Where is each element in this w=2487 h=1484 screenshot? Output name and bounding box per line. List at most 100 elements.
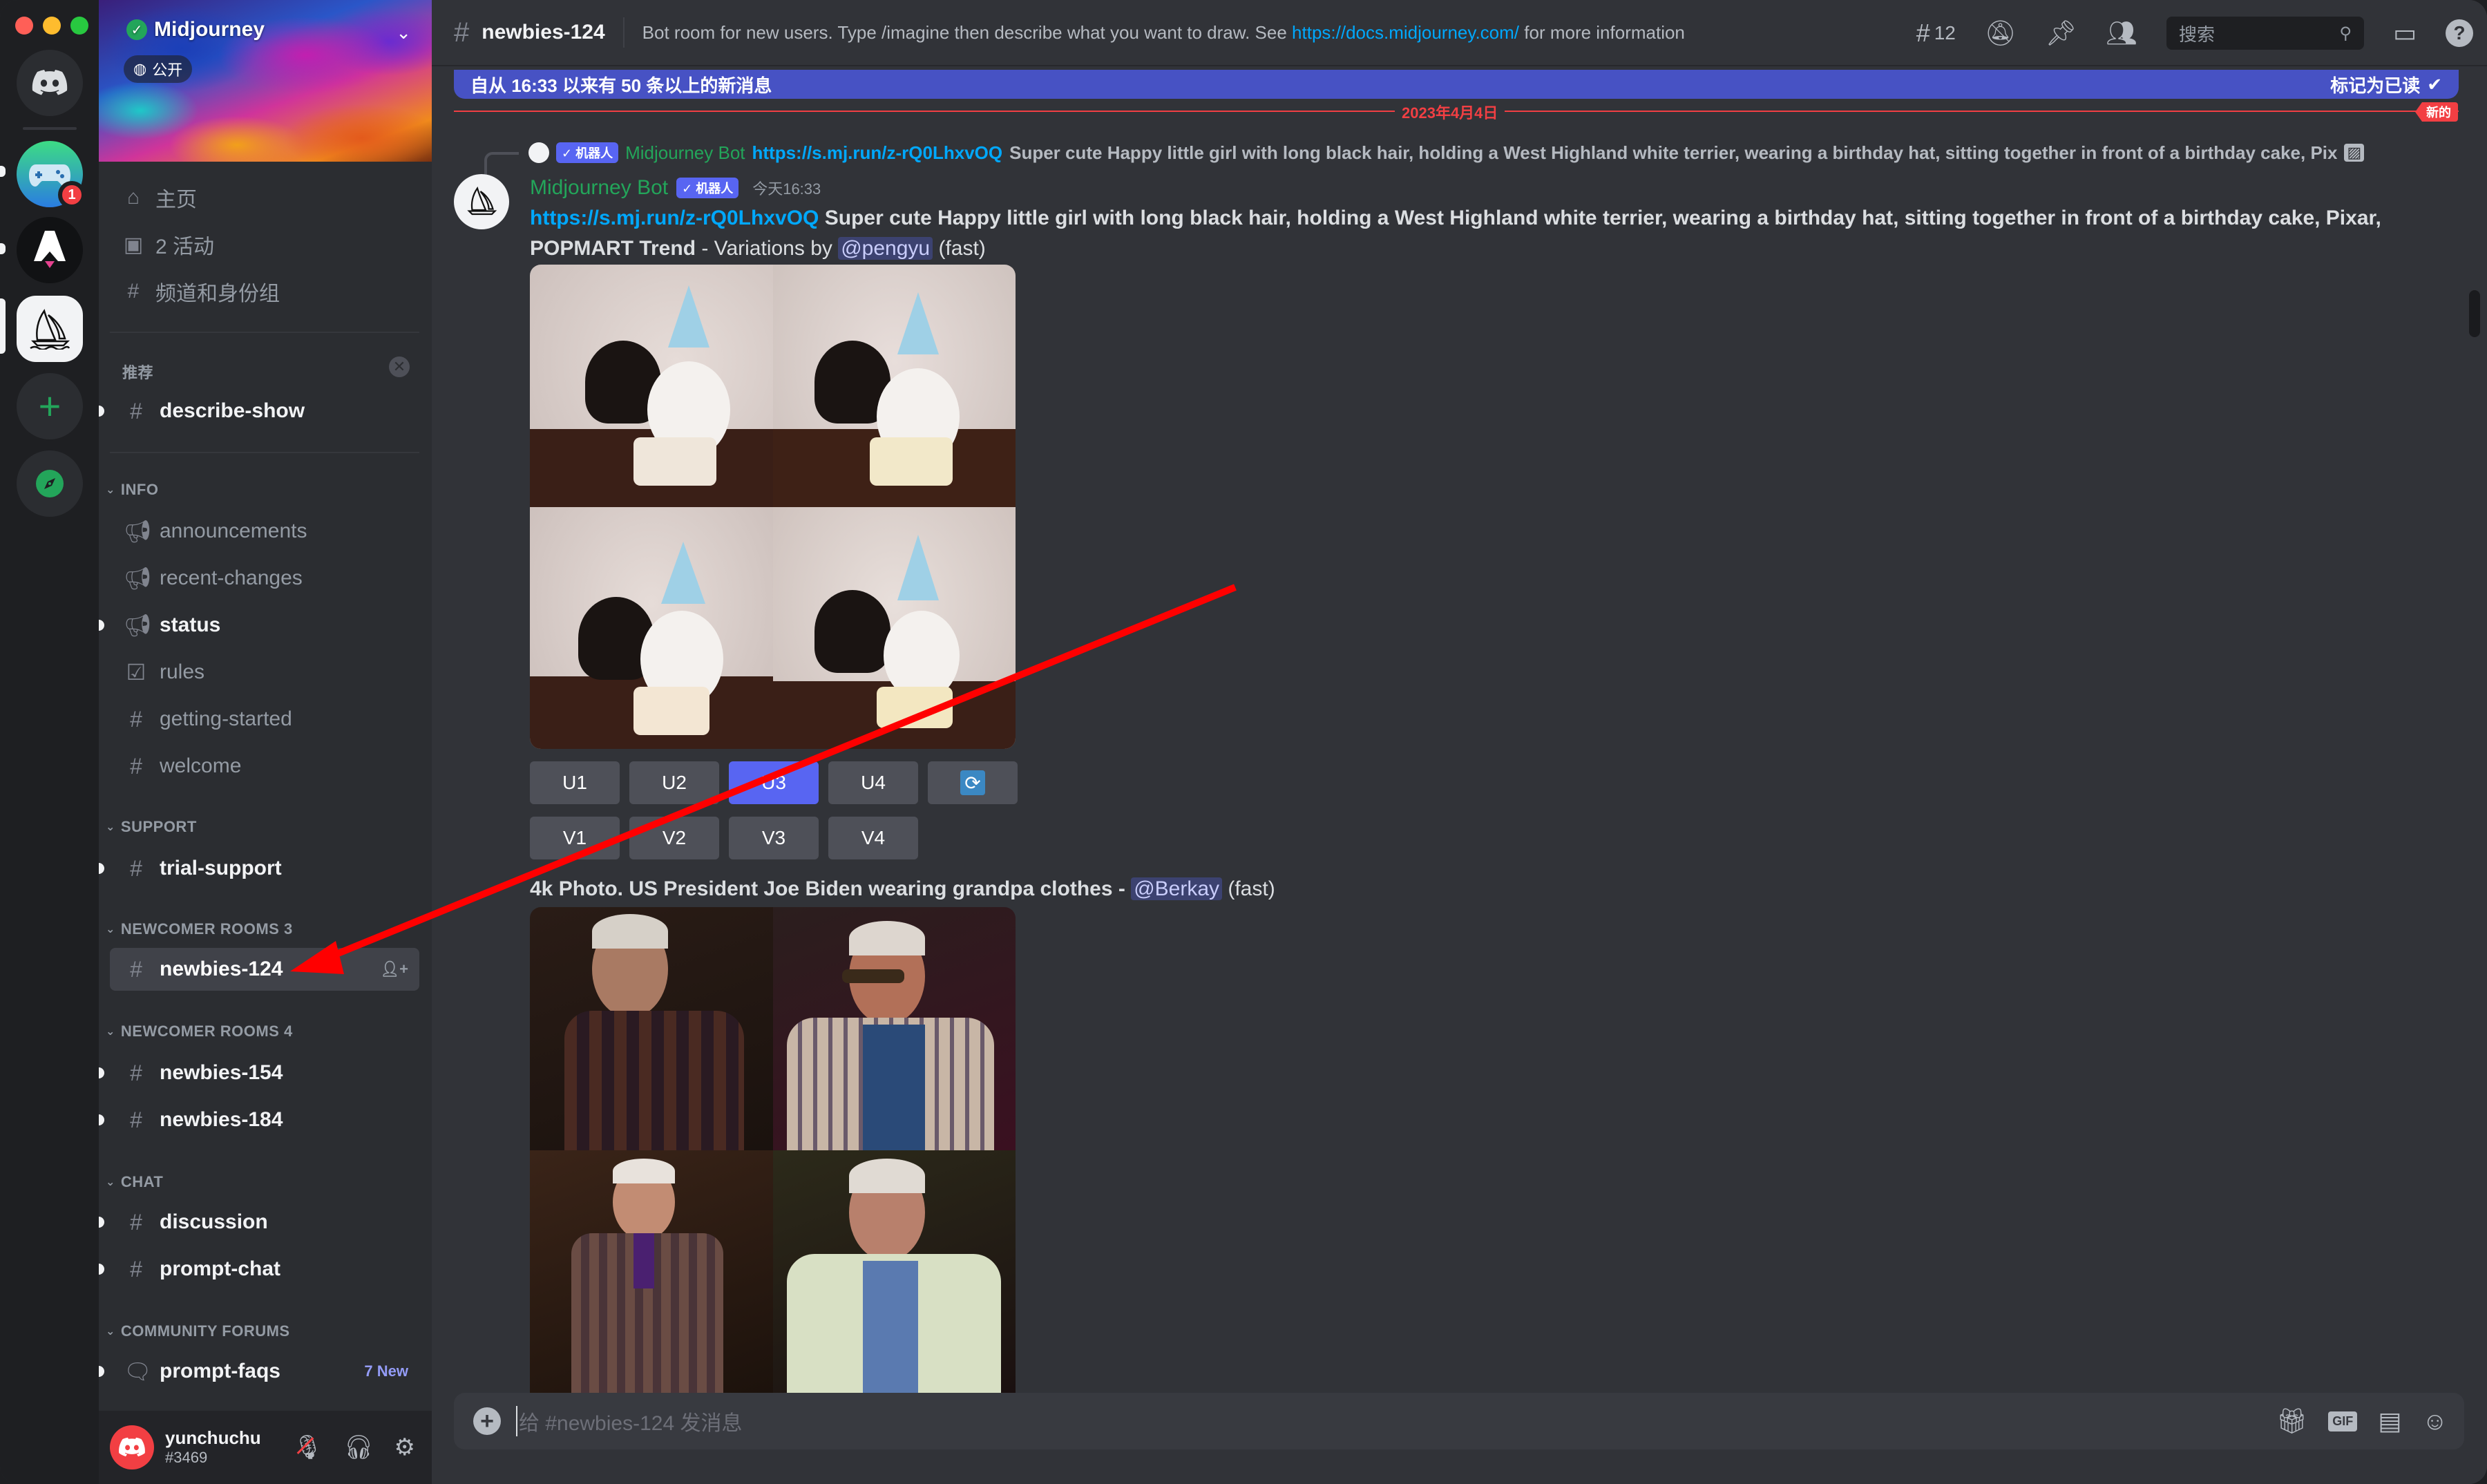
image-variation-1[interactable] <box>530 265 773 507</box>
channel-prompt-chat[interactable]: # prompt-chat <box>99 1248 419 1291</box>
new-label: 新的 <box>2415 102 2458 122</box>
explore-servers-button[interactable] <box>17 450 83 517</box>
channel-rules[interactable]: ☑ rules <box>110 651 419 694</box>
category-info[interactable]: ⌄ INFO <box>106 481 158 499</box>
image-variation-3[interactable] <box>530 506 773 749</box>
mute-notifications-icon[interactable]: 🔕︎ <box>1985 19 2017 48</box>
channel-getting-started[interactable]: # getting-started <box>110 698 419 741</box>
user-avatar[interactable] <box>110 1425 154 1469</box>
upscale-3-button[interactable]: U3 <box>729 761 819 804</box>
variation-3-button[interactable]: V3 <box>729 817 819 859</box>
channel-prompt-faqs[interactable]: 🗨︎ prompt-faqs 7 New <box>99 1350 419 1393</box>
category-newcomer-rooms-4[interactable]: ⌄ NEWCOMER ROOMS 4 <box>106 1022 293 1040</box>
channel-topic[interactable]: Bot room for new users. Type /imagine th… <box>642 22 1685 44</box>
bot-tag: ✓ 机器人 <box>676 178 739 198</box>
gear-icon[interactable]: ⚙ <box>394 1434 415 1461</box>
channel-newbies-154[interactable]: # newbies-154 <box>99 1052 419 1094</box>
user-info[interactable]: yunchuchu #3469 <box>165 1428 261 1467</box>
channel-status[interactable]: 📢︎ status <box>99 604 419 647</box>
channel-describe-show[interactable]: # describe-show <box>99 390 419 432</box>
reply-author[interactable]: Midjourney Bot <box>625 142 745 164</box>
variation-2-button[interactable]: V2 <box>629 817 719 859</box>
user-mention[interactable]: @pengyu <box>838 237 933 260</box>
nav-channels-roles[interactable]: # 频道和身份组 <box>122 272 280 311</box>
category-newcomer-rooms-3[interactable]: ⌄ NEWCOMER ROOMS 3 <box>106 920 293 938</box>
channel-name: trial-support <box>160 857 282 879</box>
headphones-icon[interactable]: 🎧︎ <box>343 1434 373 1461</box>
inbox-icon[interactable]: ▭ <box>2393 19 2417 48</box>
message-input[interactable]: 给 #newbies-124 发消息 <box>519 1406 742 1436</box>
nav-events[interactable]: ▣ 2 活动 <box>122 225 214 264</box>
variation-1-button[interactable]: V1 <box>530 817 620 859</box>
category-label: NEWCOMER ROOMS 3 <box>120 920 293 938</box>
mark-as-read-label: 标记为已读 <box>2330 75 2421 96</box>
upscale-2-button[interactable]: U2 <box>629 761 719 804</box>
server-midjourney[interactable] <box>17 296 83 362</box>
close-window-button[interactable] <box>15 17 33 35</box>
prompt-link[interactable]: https://s.mj.run/z-rQ0LhxvOQ <box>530 207 819 229</box>
minimize-window-button[interactable] <box>43 17 61 35</box>
nav-label: 主页 <box>155 189 197 211</box>
reply-link[interactable]: https://s.mj.run/z-rQ0LhxvOQ <box>752 142 1003 164</box>
member-list-icon[interactable]: 👥︎ <box>2106 19 2137 48</box>
channel-welcome[interactable]: # welcome <box>110 745 419 788</box>
chevron-down-icon[interactable]: ⌄ <box>396 22 411 44</box>
replied-message[interactable]: ✓ 机器人 Midjourney Bot https://s.mj.run/z-… <box>528 140 2435 166</box>
unread-dot <box>99 1217 104 1228</box>
emoji-icon[interactable]: ☺ <box>2422 1407 2448 1436</box>
image-grid[interactable] <box>530 907 1016 1393</box>
image-variation-4[interactable] <box>772 506 1016 749</box>
gift-icon[interactable]: 🎁︎ <box>2276 1407 2308 1436</box>
add-server-button[interactable]: + <box>17 373 83 439</box>
channel-trial-support[interactable]: # trial-support <box>99 847 419 890</box>
channel-name: prompt-chat <box>160 1257 280 1280</box>
add-attachment-button[interactable]: + <box>473 1407 501 1435</box>
server-game[interactable]: 1 <box>17 141 86 209</box>
search-input[interactable]: 搜索 ⚲ <box>2166 17 2364 50</box>
home-icon: ⌂ <box>126 186 140 209</box>
help-icon[interactable]: ? <box>2446 19 2473 47</box>
channel-sidebar: ✓ Midjourney ⌄ ◍ 公开 ⌂ 主页 ▣ 2 活动 # 频道和身份组… <box>99 0 432 1484</box>
gif-button[interactable]: GIF <box>2328 1411 2358 1431</box>
unread-dot <box>99 620 104 631</box>
invite-member-icon[interactable]: 👤︎+ <box>380 960 408 978</box>
pin-icon[interactable]: 📌︎ <box>2046 19 2077 48</box>
discord-home-button[interactable] <box>17 50 83 116</box>
reroll-button[interactable]: ⟳ <box>928 761 1018 804</box>
server-astro[interactable] <box>17 217 83 283</box>
image-variation-2[interactable] <box>772 907 1016 1150</box>
upscale-4-button[interactable]: U4 <box>828 761 918 804</box>
chevron-down-icon: ⌄ <box>106 1326 115 1338</box>
new-messages-bar[interactable]: 自从 16:33 以来有 50 条以上的新消息 标记为已读 ✔ <box>454 70 2459 99</box>
category-community-forums[interactable]: ⌄ COMMUNITY FORUMS <box>106 1322 290 1340</box>
dismiss-recommended-icon[interactable]: ✕ <box>389 356 410 377</box>
sticker-icon[interactable]: ▤ <box>2378 1407 2401 1436</box>
server-name-button[interactable]: ✓ Midjourney <box>126 18 265 41</box>
message-composer[interactable]: + 给 #newbies-124 发消息 🎁︎ GIF ▤ ☺ <box>454 1393 2464 1449</box>
scrollbar-thumb[interactable] <box>2469 290 2480 337</box>
message-author[interactable]: Midjourney Bot <box>530 176 668 200</box>
nav-home[interactable]: ⌂ 主页 <box>122 178 197 217</box>
mark-as-read-button[interactable]: 标记为已读 ✔ <box>2330 72 2442 97</box>
image-variation-2[interactable] <box>772 265 1016 507</box>
image-variation-1[interactable] <box>530 907 773 1150</box>
docs-link[interactable]: https://docs.midjourney.com/ <box>1292 22 1519 43</box>
bot-avatar[interactable] <box>454 174 509 229</box>
zoom-window-button[interactable] <box>70 17 88 35</box>
channel-announcements[interactable]: 📢︎ announcements <box>110 510 419 553</box>
channel-newbies-124[interactable]: # newbies-124 👤︎+ <box>110 948 419 991</box>
user-mention[interactable]: @Berkay <box>1131 877 1223 900</box>
image-grid[interactable] <box>530 265 1016 749</box>
category-chat[interactable]: ⌄ CHAT <box>106 1173 163 1191</box>
channel-recent-changes[interactable]: 📢︎ recent-changes <box>110 557 419 600</box>
upscale-1-button[interactable]: U1 <box>530 761 620 804</box>
threads-button[interactable]: #12 <box>1916 19 1956 48</box>
category-support[interactable]: ⌄ SUPPORT <box>106 818 197 836</box>
channel-newbies-184[interactable]: # newbies-184 <box>99 1098 419 1141</box>
image-variation-4[interactable] <box>772 1150 1016 1393</box>
mic-muted-icon[interactable]: 🎙︎ <box>293 1434 323 1461</box>
variation-4-button[interactable]: V4 <box>828 817 918 859</box>
channel-title: newbies-124 <box>482 21 605 44</box>
image-variation-3[interactable] <box>530 1150 773 1393</box>
channel-discussion[interactable]: # discussion <box>99 1201 419 1244</box>
